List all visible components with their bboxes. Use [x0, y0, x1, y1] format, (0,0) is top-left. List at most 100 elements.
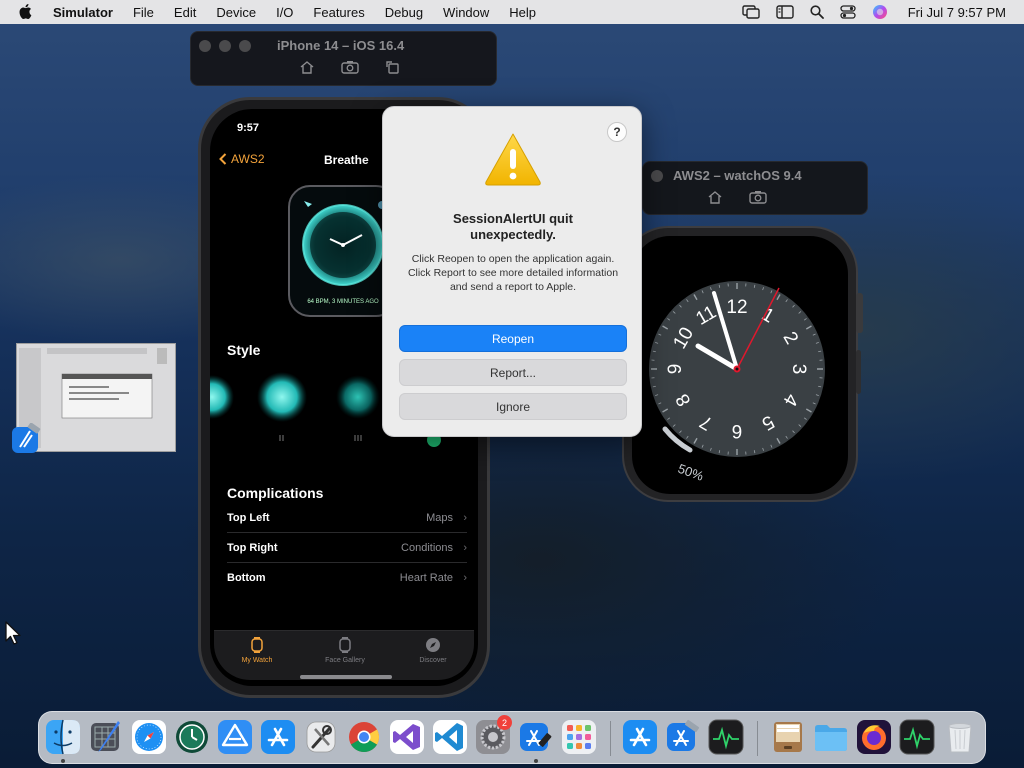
control-center-icon[interactable] [840, 5, 856, 19]
complication-label: Top Left [227, 511, 270, 524]
menu-features[interactable]: Features [313, 5, 364, 20]
watch-window-close-button[interactable] [651, 170, 663, 182]
dock-finder[interactable] [45, 719, 81, 755]
pencil-ruler-icon [91, 721, 120, 752]
dock-archive-utility[interactable] [770, 719, 806, 755]
finder-icon [46, 719, 80, 755]
screenshot-icon[interactable] [341, 60, 359, 74]
window-minimize-button[interactable] [219, 40, 231, 52]
complication-row-top-left[interactable]: Top Left Maps › [227, 503, 467, 533]
iphone-simulator-titlebar[interactable]: iPhone 14 – iOS 16.4 [190, 31, 497, 86]
dock-app-store-2[interactable] [622, 719, 658, 755]
chrome-icon [349, 722, 380, 753]
watch-face[interactable]: 12 1234567891011 50% [632, 236, 848, 494]
dock-instruments-editor[interactable] [88, 719, 124, 755]
folder-icon [815, 725, 847, 751]
watch-screenshot-icon[interactable] [749, 190, 767, 204]
screen-mirroring-icon[interactable] [742, 5, 760, 19]
menu-edit[interactable]: Edit [174, 5, 196, 20]
siri-icon[interactable] [872, 4, 888, 20]
apple-menu-icon[interactable] [19, 4, 33, 20]
style-option-3[interactable] [336, 375, 380, 419]
dock-visual-studio[interactable] [389, 719, 425, 755]
breathe-face-graphic: 64 BPM, 3 MINUTES AGO [302, 201, 386, 305]
dock-downloads-folder[interactable] [813, 719, 849, 755]
dock-app-store[interactable] [260, 719, 296, 755]
dock-system-toolkit[interactable] [303, 719, 339, 755]
vscode-icon [433, 720, 467, 754]
dock-chrome[interactable] [346, 719, 382, 755]
ignore-button[interactable]: Ignore [399, 393, 627, 420]
launchpad-icon [562, 720, 596, 754]
menu-device[interactable]: Device [216, 5, 256, 20]
menu-help[interactable]: Help [509, 5, 536, 20]
dock-simulator-app[interactable] [217, 719, 253, 755]
tab-label: My Watch [241, 657, 273, 664]
apple-watch-device: 12 1 2 3 4 5 6 7 8 9 10 11 50% [622, 226, 858, 502]
watch-simulator-titlebar[interactable]: AWS2 – watchOS 9.4 [642, 161, 868, 215]
firefox-icon [857, 720, 891, 754]
notification-badge: 2 [497, 715, 512, 730]
tab-discover[interactable]: Discover [398, 637, 468, 664]
dock-safari[interactable] [131, 719, 167, 755]
tab-face-gallery[interactable]: Face Gallery [310, 637, 380, 664]
complication-label: Bottom [227, 572, 266, 584]
chevron-right-icon: › [463, 511, 467, 524]
reopen-button[interactable]: Reopen [399, 325, 627, 352]
dock-time-machine[interactable] [174, 719, 210, 755]
tab-bar: My Watch Face Gallery Discover [214, 630, 474, 680]
menu-io[interactable]: I/O [276, 5, 293, 20]
watch-numeral: 12 [726, 297, 747, 318]
style-option-1[interactable] [210, 375, 234, 419]
watch-side-button[interactable] [856, 350, 861, 394]
watch-numeral: 6 [732, 420, 743, 441]
mouse-cursor-icon [5, 621, 21, 645]
complication-row-bottom[interactable]: Bottom Heart Rate › [227, 563, 467, 593]
crash-alert-dialog: ? SessionAlertUI quit unexpectedly. Clic… [382, 106, 642, 437]
menu-file[interactable]: File [133, 5, 154, 20]
window-zoom-button[interactable] [239, 40, 251, 52]
menu-window[interactable]: Window [443, 5, 489, 20]
help-button[interactable]: ? [607, 122, 627, 142]
dock-activity-monitor[interactable] [708, 719, 744, 755]
window-close-button[interactable] [199, 40, 211, 52]
dock-vscode[interactable] [432, 719, 468, 755]
simulator-app-icon [218, 720, 252, 754]
home-icon[interactable] [299, 60, 315, 74]
report-button[interactable]: Report... [399, 359, 627, 386]
watch-home-icon[interactable] [707, 190, 723, 204]
complication-value: Maps [426, 511, 453, 524]
tab-label: Face Gallery [325, 657, 365, 664]
digital-crown[interactable] [856, 293, 863, 333]
rotate-icon[interactable] [385, 60, 401, 74]
dock-firefox[interactable] [856, 719, 892, 755]
style-option-2[interactable] [257, 372, 307, 422]
menu-clock[interactable]: Fri Jul 7 9:57 PM [908, 5, 1006, 20]
tools-icon [306, 721, 336, 753]
spotlight-search-icon[interactable] [810, 5, 824, 19]
dock-xcode-2[interactable] [665, 719, 701, 755]
tab-my-watch[interactable]: My Watch [222, 637, 292, 664]
safari-icon [132, 720, 166, 754]
xcode-small-icon[interactable] [10, 423, 42, 455]
nav-title: Breathe [324, 153, 369, 167]
complication-label: Top Right [227, 541, 278, 554]
dock-system-preferences[interactable]: 2 [475, 715, 512, 755]
complications-section-title: Complications [227, 485, 324, 501]
dock-xcode[interactable] [518, 719, 554, 755]
drawer-icon [774, 722, 802, 752]
chevron-right-icon: › [463, 541, 467, 554]
home-indicator[interactable] [300, 675, 392, 679]
dock-launchpad[interactable] [561, 719, 597, 755]
dock-trash[interactable] [942, 719, 978, 755]
menu-debug[interactable]: Debug [385, 5, 423, 20]
warning-icon [485, 133, 541, 186]
sidebar-list-icon[interactable] [776, 5, 794, 19]
nav-back-button[interactable]: AWS2 [219, 152, 265, 166]
compass-icon [426, 638, 440, 652]
dock-activity-monitor-2[interactable] [899, 719, 935, 755]
face-thumb-caption: 64 BPM, 3 MINUTES AGO [307, 299, 379, 305]
menu-app-name[interactable]: Simulator [53, 5, 113, 20]
app-store-icon [261, 720, 295, 754]
complication-row-top-right[interactable]: Top Right Conditions › [227, 533, 467, 563]
